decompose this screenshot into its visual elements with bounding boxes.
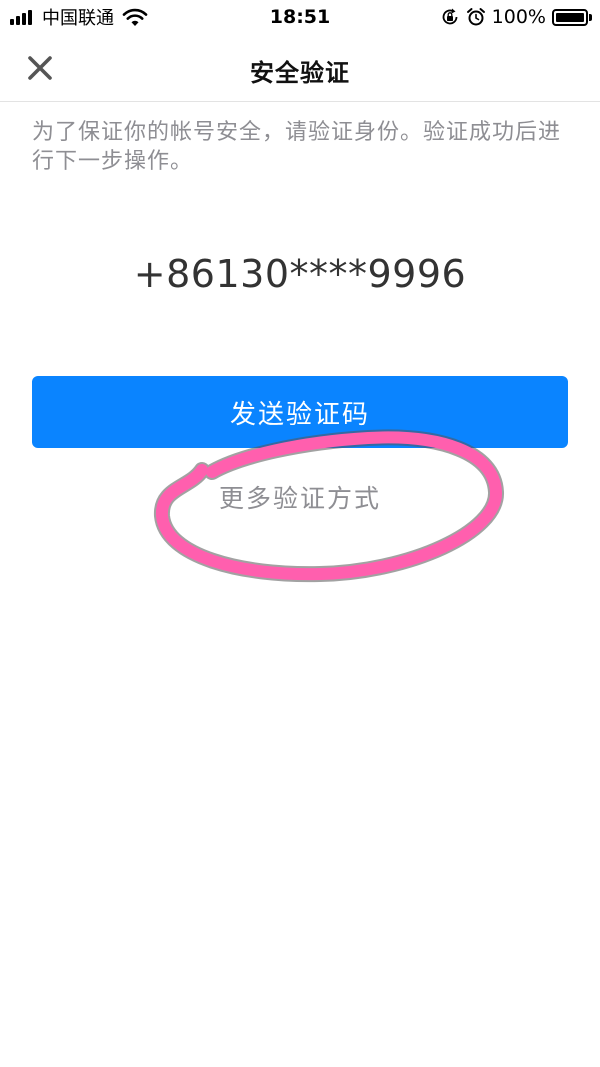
status-bar-right: 100% <box>440 5 592 29</box>
battery-icon <box>552 8 588 26</box>
nav-bar: 安全验证 <box>0 34 600 102</box>
battery-cap <box>589 13 592 21</box>
verification-hint: 为了保证你的帐号安全，请验证身份。验证成功后进行下一步操作。 <box>32 120 562 174</box>
alarm-icon <box>466 8 485 26</box>
send-code-button[interactable]: 发送验证码 <box>32 376 568 448</box>
phone-number: +86130****9996 <box>133 252 467 296</box>
page-title: 安全验证 <box>250 59 350 87</box>
more-verification-methods-link[interactable]: 更多验证方式 <box>0 479 600 515</box>
battery-percent: 100% <box>491 6 546 28</box>
status-bar: 中国联通 18:51 100% <box>0 0 600 34</box>
rotation-lock-icon <box>442 8 458 25</box>
